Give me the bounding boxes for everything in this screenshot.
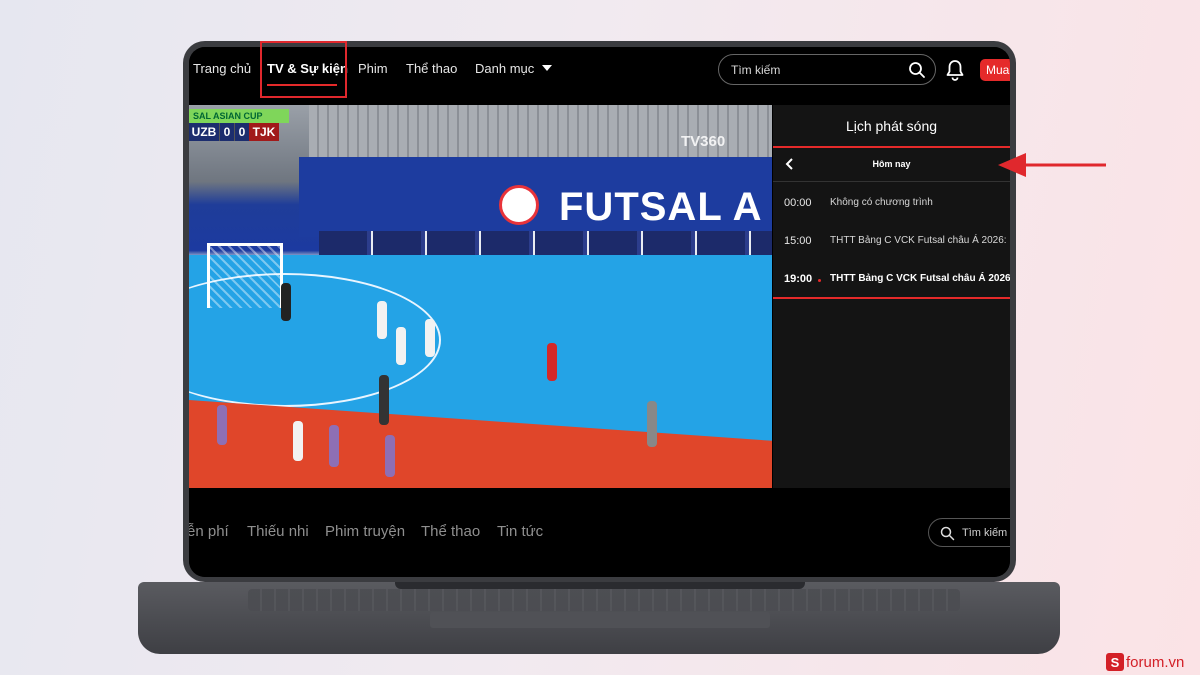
program-title: Không có chương trình [830,197,933,208]
search-placeholder: Tìm kiếm [731,63,781,77]
nav-item-sports[interactable]: Thể thao [406,61,457,76]
laptop-keyboard [248,589,960,611]
scoreboard: SAL ASIAN CUP UZB 0 0 TJK [189,109,289,141]
player-red [547,343,557,381]
search-input[interactable]: Tìm kiếm [718,54,936,85]
team-home: UZB [189,123,219,141]
category-kids[interactable]: Thiếu nhi [247,523,309,540]
sforum-logo-icon: S [1106,653,1124,671]
search-icon[interactable] [908,61,926,79]
laptop-screen: Trang chủ TV & Sự kiện Phim Thể thao Dan… [189,47,1010,577]
goal-net [207,243,283,308]
live-dot-icon [818,279,821,282]
player-white [377,301,387,339]
score-away: 0 [234,123,249,141]
day-selector: Hôm nay [773,146,1010,182]
bench-player [217,405,227,445]
bench-player [329,425,339,467]
program-item-current[interactable]: 19:00 THTT Bảng C VCK Futsal châu Á 2026 [773,261,1010,299]
laptop-trackpad [430,612,770,628]
player-goalkeeper [281,283,291,321]
program-item[interactable]: 15:00 THTT Bảng C VCK Futsal châu Á 2026… [773,223,1010,261]
nav-item-categories[interactable]: Danh mục [475,61,553,76]
category-bar: ễn phí Thiếu nhi Phim truyện Thể thao Ti… [189,488,1010,577]
player-white [425,319,435,357]
video-player[interactable]: FUTSAL A SAL ASIAN CUP UZB 0 0 TJK TV360 [189,105,772,488]
program-time: 19:00 [784,273,813,285]
category-free[interactable]: ễn phí [189,523,229,540]
program-title: THTT Bảng C VCK Futsal châu Á 2026 [830,273,1010,284]
scoreboard-row: UZB 0 0 TJK [189,123,289,141]
scoreboard-tournament: SAL ASIAN CUP [189,109,289,123]
caret-down-icon [542,65,553,71]
buy-button[interactable]: Mua [980,59,1010,81]
bench-player [385,435,395,477]
sforum-watermark: S forum.vn [1106,651,1184,673]
category-news[interactable]: Tin tức [497,523,543,540]
player-white [396,327,406,365]
program-title: THTT Bảng C VCK Futsal châu Á 2026: [830,235,1007,246]
referee [647,401,657,447]
program-time: 15:00 [784,235,812,247]
banner-text: FUTSAL A [559,185,763,229]
coach [379,375,389,425]
score-home: 0 [219,123,234,141]
program-time: 00:00 [784,197,812,209]
program-item[interactable]: 00:00 Không có chương trình [773,185,1010,223]
schedule-panel: Lịch phát sóng Hôm nay 00:00 Không có ch… [773,105,1010,488]
arrow-left-icon [998,153,1106,177]
highlight-box [260,41,347,98]
nav-item-movies[interactable]: Phim [358,61,388,76]
laptop-hinge [395,582,805,589]
schedule-title: Lịch phát sóng [845,118,938,134]
category-search-placeholder: Tìm kiếm k [962,527,1010,539]
sforum-text: forum.vn [1126,653,1185,671]
category-series[interactable]: Phim truyện [325,523,405,540]
nav-item-categories-label: Danh mục [475,61,535,76]
day-label: Hôm nay [872,159,911,169]
category-search-input[interactable]: Tìm kiếm k [928,518,1010,547]
search-icon [940,526,955,541]
category-sports[interactable]: Thể thao [421,523,480,540]
bell-icon[interactable] [945,59,965,81]
channel-watermark: TV360 [681,133,726,150]
bench-player [293,421,303,461]
afc-logo-icon [499,185,539,225]
team-away: TJK [249,123,279,141]
nav-item-home[interactable]: Trang chủ [193,61,251,76]
